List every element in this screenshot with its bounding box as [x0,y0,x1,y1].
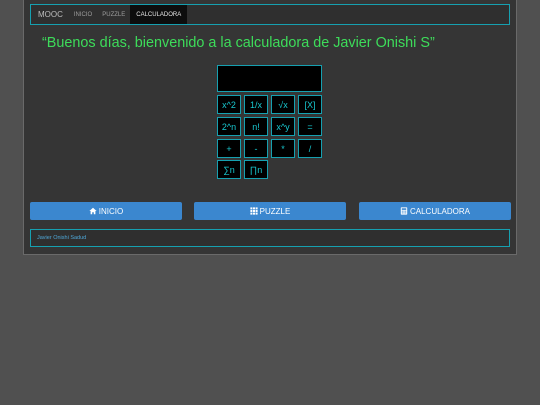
key-pow2[interactable]: 2^n [217,117,241,136]
inicio-button-label: INICIO [98,206,124,216]
key-reciprocal[interactable]: 1/x [244,95,268,114]
footer: Javier Onishi Sadud [30,229,510,247]
key-factorial[interactable]: n! [244,117,268,136]
puzzle-button[interactable]: PUZZLE [194,202,346,220]
key-equals[interactable]: = [298,117,322,136]
grid-icon [250,207,258,215]
key-minus[interactable]: - [244,139,268,158]
welcome-heading: “Buenos días, bienvenido a la calculador… [42,35,435,51]
calculator-icon [400,207,408,215]
calculator-display [217,65,322,92]
navbar-brand[interactable]: MOOC [31,5,69,24]
calculadora-button[interactable]: CALCULADORA [359,202,511,220]
page-container: MOOC INICIO PUZZLE CALCULADORA “Buenos d… [23,0,517,255]
home-icon [89,207,97,215]
key-divide[interactable]: / [298,139,322,158]
key-square[interactable]: x^2 [217,95,241,114]
nav-link-calculadora[interactable]: CALCULADORA [130,5,188,24]
navbar: MOOC INICIO PUZZLE CALCULADORA [30,4,510,25]
key-multiply[interactable]: * [271,139,295,158]
key-plus[interactable]: + [217,139,241,158]
inicio-button[interactable]: INICIO [30,202,182,220]
key-clear[interactable]: [X] [298,95,322,114]
key-sum[interactable]: ∑n [217,160,241,179]
key-power[interactable]: x^y [271,117,295,136]
nav-link-puzzle[interactable]: PUZZLE [97,5,130,24]
footer-author: Javier Onishi Sadud [37,235,87,241]
nav-link-inicio[interactable]: INICIO [69,5,97,24]
key-product[interactable]: ∏n [244,160,268,179]
calculadora-button-label: CALCULADORA [409,206,470,216]
key-sqrt[interactable]: √x [271,95,295,114]
puzzle-button-label: PUZZLE [259,206,291,216]
